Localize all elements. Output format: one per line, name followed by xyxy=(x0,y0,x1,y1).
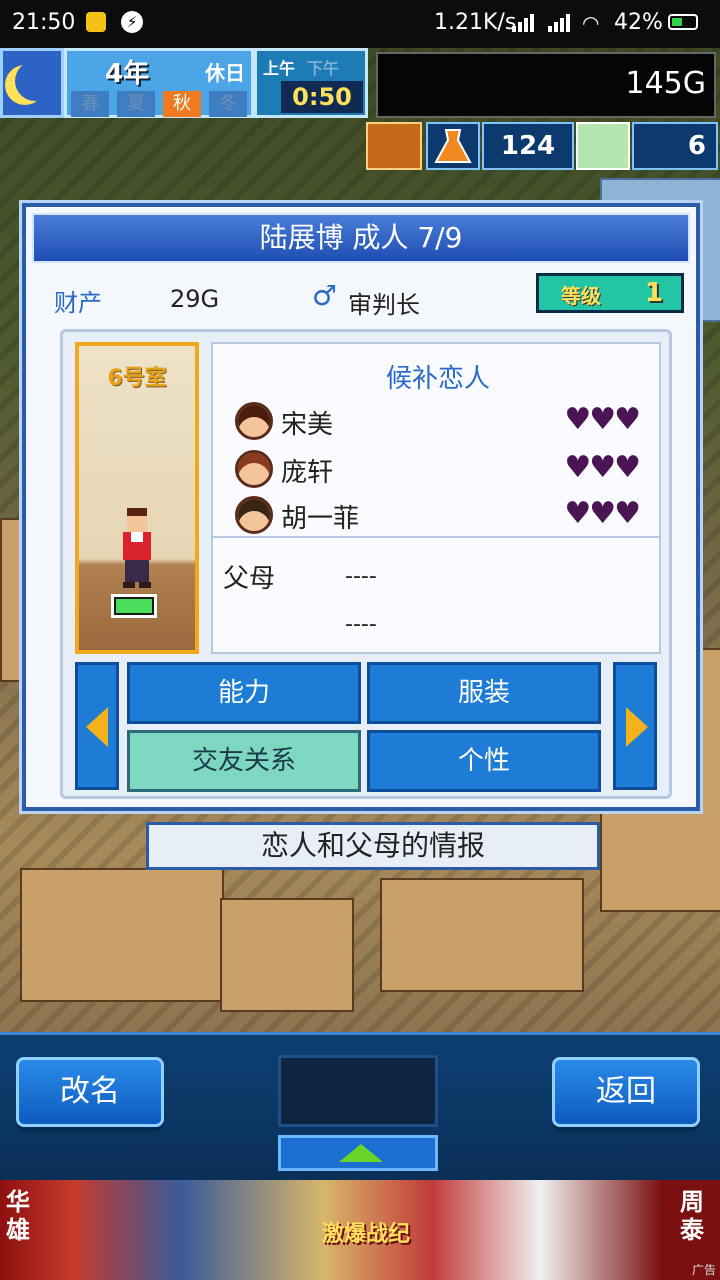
lover-avatar-icon xyxy=(235,496,273,534)
holiday-label: 休日 xyxy=(205,61,245,85)
hint-caption: 恋人和父母的情报 xyxy=(146,822,600,870)
center-panel xyxy=(278,1055,438,1127)
property-label: 财产 xyxy=(54,289,102,317)
lover-name: 庞轩 xyxy=(281,458,334,488)
ad-right-text: 周泰 xyxy=(680,1188,704,1244)
parents-panel: 父母 ---- ---- xyxy=(211,538,661,654)
tab-area: 能力 服装 交友关系 个性 xyxy=(75,662,661,792)
potion-flask-icon[interactable] xyxy=(426,122,480,170)
room-name: 6号室 xyxy=(107,366,167,391)
heart-rating-icon: ♥♥♥ xyxy=(564,402,641,437)
battery-percent: 42% xyxy=(614,10,663,35)
night-indicator xyxy=(0,48,64,118)
map-kitchen xyxy=(380,878,584,992)
lovers-title: 候补恋人 xyxy=(385,364,490,394)
map-bathroom xyxy=(220,898,354,1012)
gold-amount: 145G xyxy=(625,66,706,101)
potion-count: 124 xyxy=(482,122,574,170)
battery-icon xyxy=(668,14,698,30)
game-clock: 0:50 xyxy=(281,81,363,113)
lover-name: 宋美 xyxy=(281,410,334,440)
signal-icon-2 xyxy=(548,14,570,32)
up-arrow-icon xyxy=(339,1144,383,1162)
bottom-bar: 改名 返回 xyxy=(0,1032,720,1183)
character-dialog: 陆展博 成人 7/9 财产 29G ♂ 审判长 等级 1 6号室 候补恋人 宋美… xyxy=(22,203,700,811)
lover-avatar-icon xyxy=(235,450,273,488)
gold-display: 145G xyxy=(376,52,716,118)
ticket-count: 6 xyxy=(632,122,718,170)
season-spring: 春 xyxy=(71,91,109,117)
room-preview: 6号室 xyxy=(75,342,199,654)
tab-ability[interactable]: 能力 xyxy=(127,662,361,724)
energy-battery-icon xyxy=(111,594,157,618)
lover-candidates: 候补恋人 宋美 ♥♥♥ 庞轩 ♥♥♥ 胡一菲 ♥♥♥ xyxy=(211,342,661,538)
ticket-icon[interactable] xyxy=(576,122,630,170)
item-bar: 124 6 xyxy=(366,122,720,174)
dialog-title: 陆展博 成人 7/9 xyxy=(32,213,690,263)
status-time: 21:50 xyxy=(12,10,76,35)
level-value: 1 xyxy=(644,278,663,308)
lover-item[interactable]: 庞轩 ♥♥♥ xyxy=(235,448,645,492)
rename-button[interactable]: 改名 xyxy=(16,1057,164,1127)
back-button[interactable]: 返回 xyxy=(552,1057,700,1127)
wifi-icon: ◠ xyxy=(582,11,600,35)
heart-rating-icon: ♥♥♥ xyxy=(564,450,641,485)
lover-item[interactable]: 胡一菲 ♥♥♥ xyxy=(235,494,645,538)
season-winter: 冬 xyxy=(209,91,247,117)
season-strip: 春 夏 秋 冬 xyxy=(71,91,251,117)
job-title: 审判长 xyxy=(348,291,420,319)
next-arrow-button[interactable] xyxy=(613,662,657,790)
tab-clothing[interactable]: 服装 xyxy=(367,662,601,724)
network-speed: 1.21K/s xyxy=(434,10,517,35)
level-label: 等级 xyxy=(561,284,601,308)
status-bar: 21:50 ⚡ 1.21K/s ◠ 42% xyxy=(0,0,720,48)
ad-logo: 激爆战纪 xyxy=(322,1222,411,1247)
level-badge: 等级 1 xyxy=(536,273,684,313)
bolt-icon: ⚡ xyxy=(121,11,143,33)
tab-personality[interactable]: 个性 xyxy=(367,730,601,792)
male-icon: ♂ xyxy=(312,279,338,312)
tab-relations[interactable]: 交友关系 xyxy=(127,730,361,792)
character-sprite xyxy=(123,508,151,588)
ad-left-text: 华雄 xyxy=(6,1188,30,1244)
moon-icon xyxy=(15,61,55,101)
lover-name: 胡一菲 xyxy=(281,504,360,534)
right-arrow-icon xyxy=(626,707,648,747)
pm-label: 下午 xyxy=(307,59,340,78)
date-panel: 4年 休日 春 夏 秋 冬 xyxy=(64,48,254,118)
notification-app-icon xyxy=(86,12,106,32)
season-autumn: 秋 xyxy=(163,91,201,117)
map-bedroom xyxy=(20,868,224,1002)
year-label: 4年 xyxy=(105,59,150,89)
lover-item[interactable]: 宋美 ♥♥♥ xyxy=(235,400,645,444)
parent-value: ---- xyxy=(345,612,377,637)
treasure-chest-icon[interactable] xyxy=(366,122,422,170)
parents-label: 父母 xyxy=(223,564,276,594)
info-panel: 6号室 候补恋人 宋美 ♥♥♥ 庞轩 ♥♥♥ 胡一菲 ♥♥♥ 父母 ---- -… xyxy=(60,329,672,799)
heart-rating-icon: ♥♥♥ xyxy=(564,496,641,531)
ad-banner[interactable]: 华雄 激爆战纪 周泰 广告 xyxy=(0,1180,720,1280)
prev-arrow-button[interactable] xyxy=(75,662,119,790)
left-arrow-icon xyxy=(86,707,108,747)
parent-value: ---- xyxy=(345,564,377,589)
time-panel: 上午 下午 0:50 xyxy=(254,48,368,118)
property-value: 29G xyxy=(170,285,220,313)
expand-up-button[interactable] xyxy=(278,1135,438,1171)
lover-avatar-icon xyxy=(235,402,273,440)
signal-icon xyxy=(512,14,534,32)
ad-tag: 广告 xyxy=(691,1263,716,1277)
am-label: 上午 xyxy=(263,59,296,78)
season-summer: 夏 xyxy=(117,91,155,117)
